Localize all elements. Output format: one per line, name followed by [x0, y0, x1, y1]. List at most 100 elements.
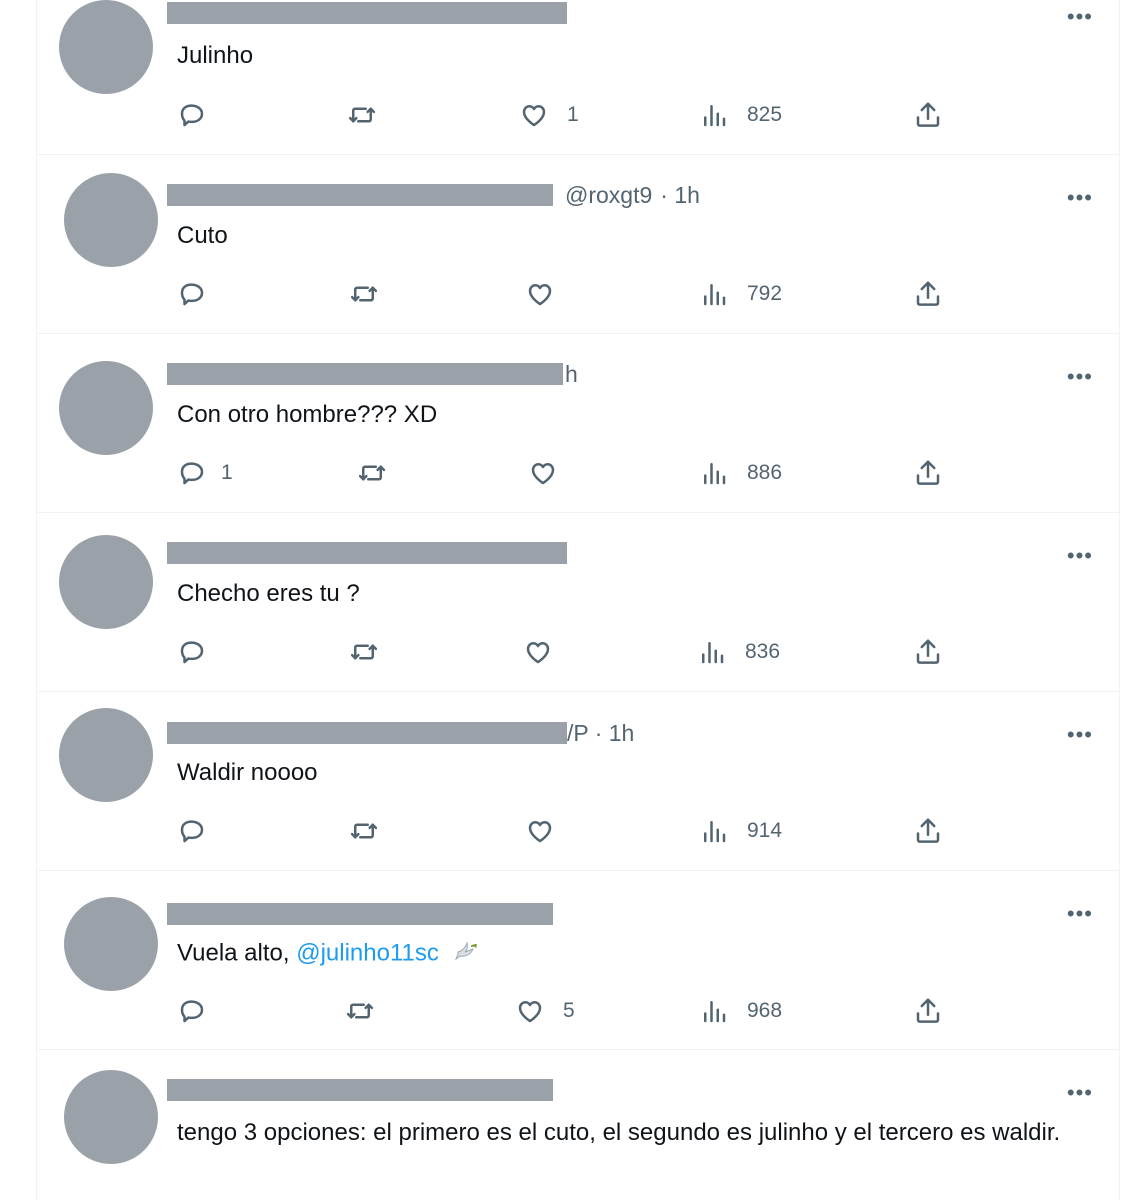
more-icon[interactable]: •••	[1067, 903, 1093, 925]
views-icon	[704, 463, 726, 485]
tweet-actions: 1 886	[37, 455, 1121, 491]
tweet[interactable]: @roxgt9 · 1h ••• Cuto 792	[37, 155, 1121, 334]
view-count: 886	[747, 461, 783, 484]
reply-icon	[180, 462, 204, 485]
tweet-actions: 914	[37, 813, 1121, 849]
redacted-author	[167, 2, 567, 24]
tweet[interactable]: ••• tengo 3 opciones: el primero es el c…	[37, 1050, 1121, 1200]
more-icon[interactable]: •••	[1067, 366, 1093, 388]
tweet-header: /P · 1h	[167, 718, 634, 748]
retweet-icon	[350, 823, 378, 839]
retweet-button[interactable]	[349, 634, 379, 670]
tweet-time[interactable]: · 1h	[660, 182, 700, 209]
tweet-text: tengo 3 opciones: el primero es el cuto,…	[177, 1119, 1061, 1146]
tweet-header	[167, 538, 567, 568]
share-icon	[916, 818, 940, 843]
share-button[interactable]	[913, 813, 943, 849]
redacted-author	[167, 722, 567, 744]
reply-button[interactable]	[177, 276, 207, 312]
reply-button[interactable]	[177, 634, 207, 670]
reply-button[interactable]: 1	[177, 455, 233, 491]
like-button[interactable]	[525, 276, 555, 312]
more-icon[interactable]: •••	[1067, 6, 1093, 28]
views-icon	[704, 1001, 726, 1023]
like-button[interactable]	[523, 634, 553, 670]
like-count: 5	[563, 999, 575, 1022]
redacted-author	[167, 1079, 553, 1101]
mention-link[interactable]: @julinho11sc	[296, 939, 439, 966]
avatar[interactable]	[59, 708, 153, 802]
redacted-author	[167, 903, 553, 925]
share-button[interactable]	[913, 97, 943, 133]
share-icon	[916, 102, 940, 127]
share-button[interactable]	[913, 993, 943, 1029]
views-button[interactable]: 914	[699, 813, 782, 849]
like-button[interactable]: 1	[519, 97, 579, 133]
view-count: 825	[747, 103, 783, 126]
avatar[interactable]	[64, 173, 158, 267]
redacted-author	[167, 542, 567, 564]
retweet-button[interactable]	[347, 97, 377, 133]
tweet-header: h	[167, 359, 578, 389]
more-icon[interactable]: •••	[1067, 724, 1093, 746]
tweet-time[interactable]: /P · 1h	[567, 720, 634, 747]
view-count: 836	[745, 640, 781, 663]
heart-icon	[522, 105, 546, 127]
tweet[interactable]: /P · 1h ••• Waldir noooo 914	[37, 692, 1121, 871]
avatar[interactable]	[59, 361, 153, 455]
like-button[interactable]	[528, 455, 558, 491]
reply-button[interactable]	[177, 97, 207, 133]
tweet-header: @roxgt9 · 1h	[167, 180, 700, 210]
more-icon[interactable]: •••	[1067, 1082, 1093, 1104]
views-icon	[702, 642, 724, 664]
tweet-actions: 1 825	[37, 97, 1121, 133]
reply-button[interactable]	[177, 993, 207, 1029]
heart-icon	[526, 642, 550, 664]
share-button[interactable]	[913, 455, 943, 491]
more-icon[interactable]: •••	[1067, 545, 1093, 567]
retweet-button[interactable]	[349, 276, 379, 312]
views-button[interactable]: 825	[699, 97, 782, 133]
reply-button[interactable]	[177, 813, 207, 849]
like-button[interactable]	[525, 813, 555, 849]
share-icon	[916, 998, 940, 1023]
heart-icon	[528, 284, 552, 306]
tweet-text: Waldir noooo	[177, 759, 318, 786]
tweet[interactable]: h ••• Con otro hombre??? XD 1 886	[37, 334, 1121, 513]
tweet[interactable]: ••• Checho eres tu ? 836	[37, 513, 1121, 692]
views-button[interactable]: 836	[697, 634, 780, 670]
redacted-author	[167, 363, 563, 385]
like-count: 1	[567, 103, 579, 126]
author-handle[interactable]: @roxgt9	[565, 182, 652, 209]
avatar[interactable]	[59, 535, 153, 629]
tweet[interactable]: ••• Julinho 1 825	[37, 0, 1121, 155]
retweet-icon	[350, 286, 378, 302]
retweet-icon	[350, 644, 378, 660]
like-button[interactable]: 5	[515, 993, 575, 1029]
tweet[interactable]: ••• Vuela alto, @julinho11sc 5 968	[37, 871, 1121, 1050]
avatar[interactable]	[64, 897, 158, 991]
tweet-text: Cuto	[177, 222, 228, 249]
retweet-icon	[346, 1003, 374, 1019]
avatar[interactable]	[59, 0, 153, 94]
share-button[interactable]	[913, 634, 943, 670]
views-icon	[704, 821, 726, 843]
tweet-header	[167, 0, 567, 28]
more-icon[interactable]: •••	[1067, 187, 1093, 209]
tweet-actions: 5 968	[37, 993, 1121, 1029]
avatar[interactable]	[64, 1070, 158, 1164]
views-button[interactable]: 792	[699, 276, 782, 312]
views-icon	[704, 105, 726, 127]
retweet-button[interactable]	[349, 813, 379, 849]
replies-feed: ••• Julinho 1 825 @roxgt9 · 1h ••• Cuto …	[36, 0, 1121, 1200]
share-icon	[916, 460, 940, 485]
tweet-time[interactable]: h	[565, 361, 578, 388]
tweet-text: Vuela alto, @julinho11sc	[177, 934, 1097, 974]
heart-icon	[528, 821, 552, 843]
retweet-button[interactable]	[357, 455, 387, 491]
share-button[interactable]	[913, 276, 943, 312]
dove-emoji	[452, 934, 482, 974]
retweet-button[interactable]	[345, 993, 375, 1029]
views-button[interactable]: 968	[699, 993, 782, 1029]
views-button[interactable]: 886	[699, 455, 782, 491]
